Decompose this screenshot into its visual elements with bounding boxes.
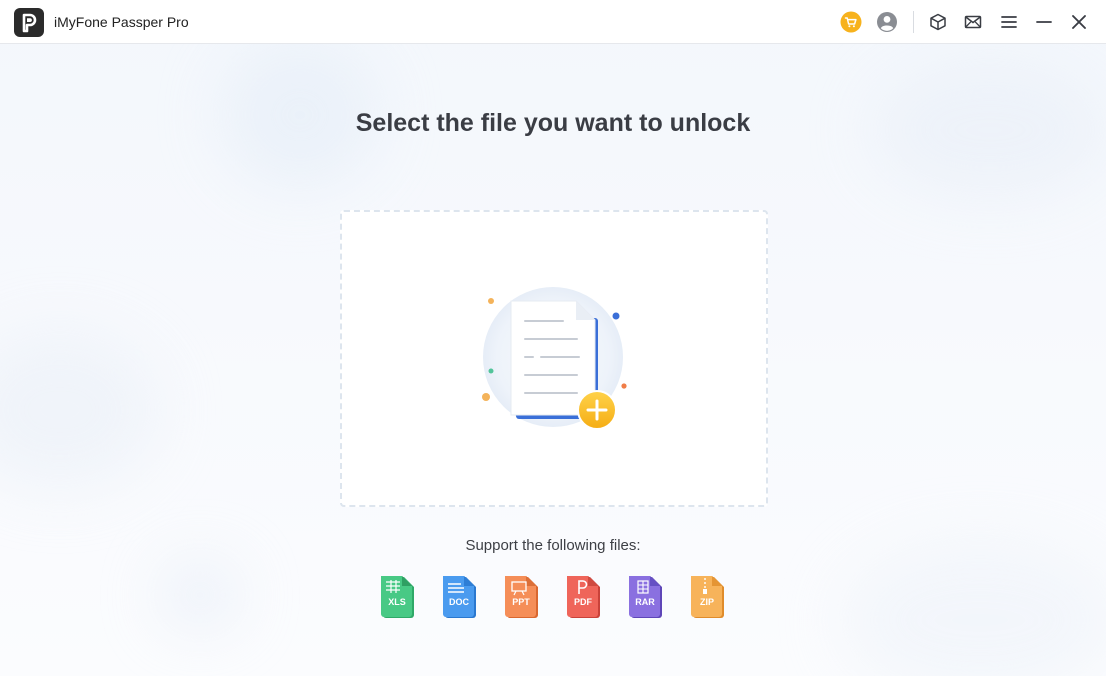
title-bar: iMyFone Passper Pro <box>0 0 1106 44</box>
zip-file-icon: ZIP <box>690 575 726 619</box>
page-title: Select the file you want to unlock <box>355 109 751 137</box>
background-decoration <box>0 330 160 490</box>
add-file-icon <box>482 287 627 430</box>
menu-icon[interactable] <box>998 11 1020 33</box>
file-type-label: PPT <box>512 597 530 607</box>
app-window: iMyFone Passper Pro Select the file you … <box>0 0 1106 676</box>
ppt-file-icon: PPT <box>504 575 540 619</box>
mail-icon[interactable] <box>962 11 984 33</box>
toolbar-divider <box>913 11 914 33</box>
account-icon[interactable] <box>876 11 898 33</box>
file-drop-zone[interactable] <box>340 210 768 507</box>
file-type-label: ZIP <box>699 597 714 607</box>
file-type-label: XLS <box>388 597 406 607</box>
app-logo <box>14 8 44 37</box>
app-title: iMyFone Passper Pro <box>54 14 189 30</box>
background-decoration <box>840 540 1106 676</box>
doc-file-icon: DOC <box>442 575 478 619</box>
supported-files-label: Support the following files: <box>465 537 641 554</box>
file-type-label: PDF <box>574 597 592 607</box>
cart-icon[interactable] <box>840 11 862 33</box>
file-type-label: RAR <box>635 597 655 607</box>
xls-file-icon: XLS <box>380 575 416 619</box>
background-decoration <box>160 560 240 630</box>
file-type-label: DOC <box>449 597 469 607</box>
close-icon[interactable] <box>1068 11 1090 33</box>
pdf-file-icon: PDF <box>566 575 602 619</box>
rar-file-icon: RAR <box>628 575 664 619</box>
minimize-icon[interactable] <box>1033 11 1055 33</box>
cube-icon[interactable] <box>927 11 949 33</box>
passper-logo-icon <box>22 13 37 32</box>
